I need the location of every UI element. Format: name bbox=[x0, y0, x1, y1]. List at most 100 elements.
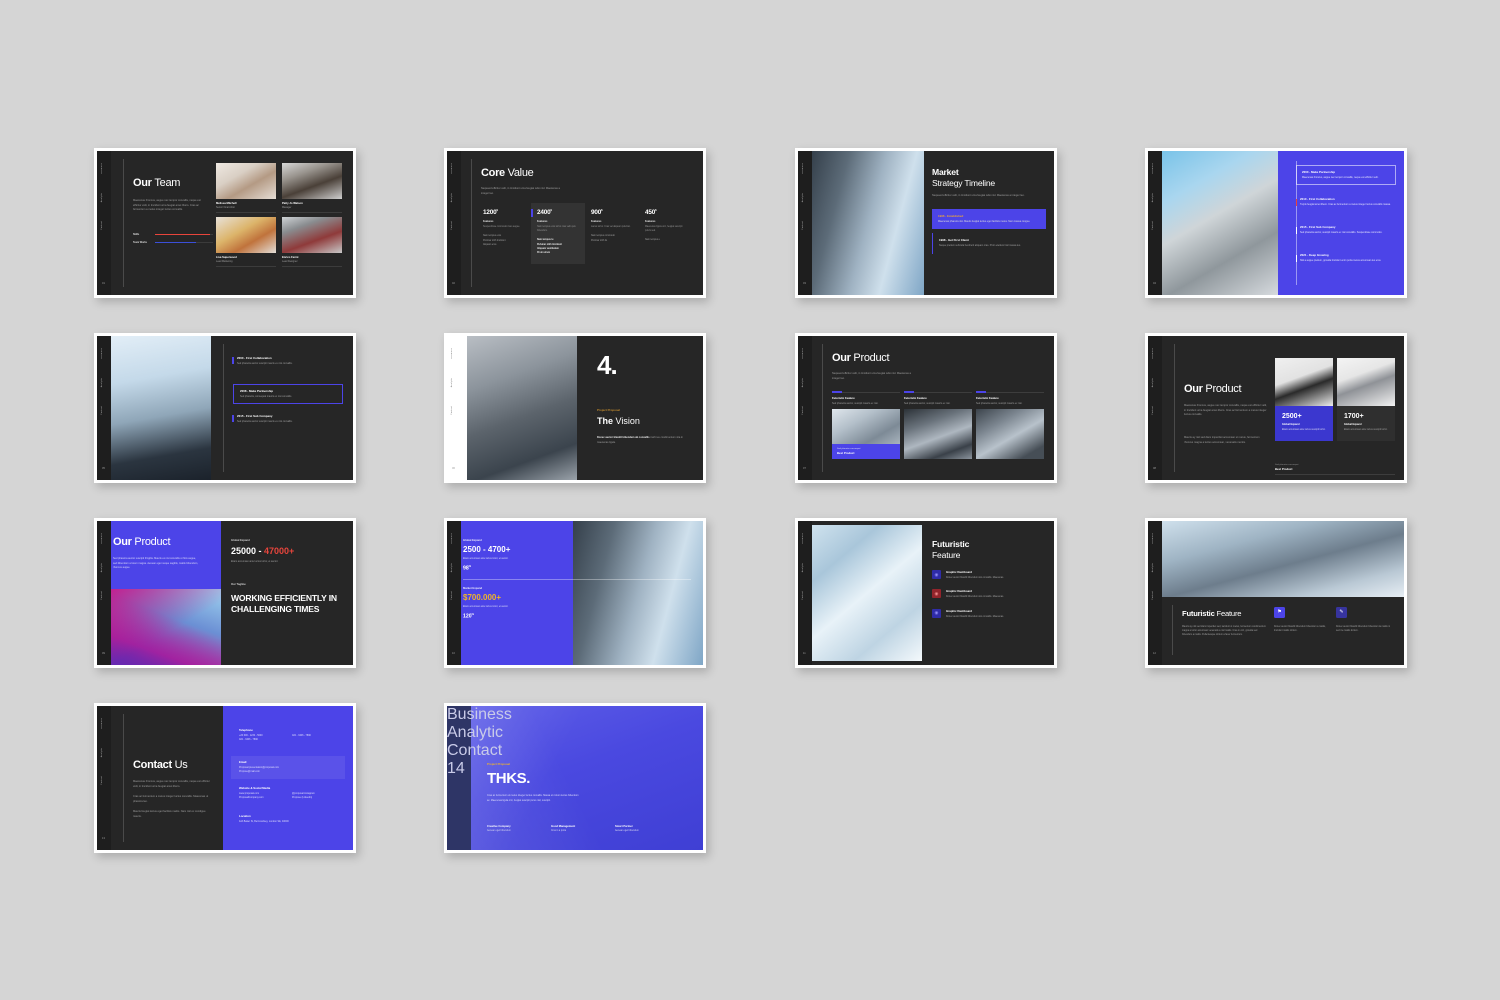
team-member[interactable]: Melissa Mitchell Senior Final Artist bbox=[216, 163, 276, 217]
slide-thanks[interactable]: Business Analytic Contact 14 Project Pro… bbox=[444, 703, 706, 853]
nav-item-business[interactable]: Business bbox=[101, 348, 103, 358]
contact-group-location[interactable]: Location 42A Baker St, Bermondsey, Londo… bbox=[239, 814, 345, 824]
slide-dark-timeline[interactable]: Business Analytic Contact 05 2000 - Firs… bbox=[94, 333, 356, 483]
nav-item-business[interactable]: Business bbox=[451, 348, 453, 358]
list-item: Pulvinar nibh lis bbox=[591, 239, 634, 243]
nav-item-business[interactable]: Business bbox=[101, 718, 103, 728]
nav-item-business[interactable]: Business bbox=[101, 533, 103, 543]
team-member[interactable]: Patty Jo Watson Manager bbox=[282, 163, 342, 217]
slide-canvas: Business Analytic Contact 06 4. Project … bbox=[447, 336, 703, 480]
price-column[interactable]: 900$ Features Lacus tortor. Cras vel aliqu… bbox=[585, 203, 639, 264]
nav-item-analytic[interactable]: Analytic bbox=[1152, 563, 1154, 572]
slide-market-strategy[interactable]: Business Analytic Contact 03 Market Strat… bbox=[795, 148, 1057, 298]
nav-item-analytic[interactable]: Analytic bbox=[101, 378, 103, 387]
hero-image bbox=[1162, 151, 1278, 295]
flag-icon[interactable]: ⚑ bbox=[1274, 607, 1285, 618]
slide-futuristic-feature-list[interactable]: Business Analytic Contact 11 Futuristic F… bbox=[795, 518, 1057, 668]
timeline-item-highlight[interactable]: 1996 - Established Maecenas pharetra nisi… bbox=[932, 209, 1046, 230]
product-card[interactable]: Futuristic Feature Sed pharetra auctor, s… bbox=[904, 391, 972, 459]
nav-item-contact[interactable]: Contact bbox=[1152, 221, 1154, 230]
slide-our-team[interactable]: Business Analytic Contact 01 Our Team Ma… bbox=[94, 148, 356, 298]
timeline-item[interactable]: 1998 - Get First Client Neque pretium veh… bbox=[932, 233, 1046, 254]
feature-text: Graphic Dashboard Donec auctor blandit bi… bbox=[946, 570, 1004, 580]
nav-item-contact[interactable]: Contact bbox=[802, 406, 804, 415]
nav-item-business[interactable]: Business bbox=[802, 163, 804, 173]
nav-item-analytic[interactable]: Analytic bbox=[1152, 193, 1154, 202]
timeline-item-highlight[interactable]: 2008 - Make Partnership Sed pharetra, con… bbox=[233, 384, 343, 405]
nav-item-contact[interactable]: Contact bbox=[101, 776, 103, 785]
nav-item-contact[interactable]: Contact bbox=[451, 591, 453, 600]
nav-item-business[interactable]: Business bbox=[451, 533, 453, 543]
nav-item-analytic[interactable]: Analytic bbox=[101, 748, 103, 757]
nav-item-contact[interactable]: Contact bbox=[1152, 591, 1154, 600]
stat-card[interactable]: 2500+ Global Expand Etiam accumsan ante lu… bbox=[1275, 358, 1333, 442]
contact-line[interactable]: ProposalCompany.com bbox=[239, 796, 292, 800]
nav-item-analytic[interactable]: Analytic bbox=[1152, 378, 1154, 387]
nav-item-contact[interactable]: Contact bbox=[451, 406, 453, 415]
nav-item-contact[interactable]: Contact bbox=[802, 221, 804, 230]
team-member[interactable]: Lisa Superwood Lead Marketing bbox=[216, 217, 276, 271]
nav-item-business[interactable]: Business bbox=[1152, 163, 1154, 173]
hero-image bbox=[812, 525, 922, 661]
nav-item-analytic[interactable]: Analytic bbox=[101, 563, 103, 572]
nav-item-analytic[interactable]: Analytic bbox=[101, 193, 103, 202]
slide-our-product-stats[interactable]: Business Analytic Contact 08 Our Product… bbox=[1145, 333, 1407, 483]
timeline-item[interactable]: 2010 - First Collaboration Turpis feugiat… bbox=[1295, 197, 1396, 207]
contact-line[interactable]: 022 - 3406 - 7890 bbox=[239, 738, 345, 742]
feature-row[interactable]: ◉ Graphic Dashboard Donec auctor blandit b… bbox=[932, 608, 1046, 619]
timeline-item[interactable]: 2015 - First Sub Company Sed pharetra auc… bbox=[1295, 225, 1396, 235]
team-member[interactable]: Enrico Fermi Lead Designer bbox=[282, 217, 342, 271]
slide-global-expand-stats[interactable]: Business Analytic Contact 10 Global Expa… bbox=[444, 518, 706, 668]
nav-item-business[interactable]: Business bbox=[451, 163, 453, 173]
nav-item-analytic[interactable]: Analytic bbox=[451, 378, 453, 387]
nav-item-analytic[interactable]: Analytic bbox=[447, 724, 503, 741]
slide-contact-us[interactable]: Business Analytic Contact 13 Contact Us … bbox=[94, 703, 356, 853]
slide-futuristic-feature-wide[interactable]: Business Analytic Contact 12 Futuristic … bbox=[1145, 518, 1407, 668]
timeline-item[interactable]: 2015 - First Sub Company Sed pharetra auc… bbox=[232, 414, 343, 424]
nav-item-contact[interactable]: Contact bbox=[101, 406, 103, 415]
nav-item-analytic[interactable]: Analytic bbox=[802, 193, 804, 202]
timeline-panel: 2000 - Make Partnership Maecenas rhoncus,… bbox=[1278, 151, 1404, 295]
contact-line[interactable]: 42A Baker St, Bermondsey, London SE, 400… bbox=[239, 820, 345, 824]
contact-line[interactable]: Propose (Linkedin) bbox=[292, 796, 345, 800]
timeline-item[interactable]: 2021 - Keep Growing Nisl a augue pretium,… bbox=[1295, 253, 1396, 263]
feature-row[interactable]: ◉ Graphic Dashboard Donec auctor blandit b… bbox=[932, 570, 1046, 580]
slide-core-value[interactable]: Business Analytic Contact 02 Core Value … bbox=[444, 148, 706, 298]
nav-item-business[interactable]: Business bbox=[1152, 348, 1154, 358]
contact-group-website[interactable]: Website & Social Media www.proposal.com @… bbox=[239, 786, 345, 801]
nav-item-contact[interactable]: Contact bbox=[802, 591, 804, 600]
nav-item-business[interactable]: Business bbox=[802, 348, 804, 358]
nav-item-contact[interactable]: Contact bbox=[451, 221, 453, 230]
feature-row[interactable]: ◉ Graphic Dashboard Donec auctor blandit b… bbox=[932, 589, 1046, 599]
nav-item-analytic[interactable]: Analytic bbox=[451, 193, 453, 202]
price-column-featured[interactable]: 2400$ Features Nam tempus eros tortor cras… bbox=[531, 203, 585, 264]
timeline-item[interactable]: 2000 - First Collaboration Sed pharetra a… bbox=[232, 356, 343, 366]
price-column[interactable]: 1200$ Features Suspendisse commodo risus a… bbox=[477, 203, 531, 264]
contact-line[interactable]: Propose@mail.com bbox=[239, 770, 337, 774]
product-card[interactable]: Futuristic Feature Sed pharetra auctor, s… bbox=[976, 391, 1044, 459]
product-card[interactable]: Futuristic Feature Sed pharetra auctor, s… bbox=[832, 391, 900, 459]
nav-item-contact[interactable]: Contact bbox=[101, 221, 103, 230]
nav-item-business[interactable]: Business bbox=[447, 706, 512, 723]
nav-item-analytic[interactable]: Analytic bbox=[802, 378, 804, 387]
nav-item-business[interactable]: Business bbox=[1152, 533, 1154, 543]
contact-line[interactable]: 022 - 3406 - 7890 bbox=[292, 734, 345, 738]
nav-item-business[interactable]: Business bbox=[101, 163, 103, 173]
slide-working-efficiently[interactable]: Business Analytic Contact 09 Our Product… bbox=[94, 518, 356, 668]
edit-icon[interactable]: ✎ bbox=[1336, 607, 1347, 618]
nav-item-contact[interactable]: Contact bbox=[101, 591, 103, 600]
timeline-item-highlight[interactable]: 2000 - Make Partnership Maecenas rhoncus,… bbox=[1296, 165, 1396, 186]
slide-purple-timeline[interactable]: 2000 - Make Partnership Maecenas rhoncus,… bbox=[1145, 148, 1407, 298]
nav-item-business[interactable]: Business bbox=[802, 533, 804, 543]
nav-item-contact[interactable]: Contact bbox=[447, 742, 502, 759]
slide-the-vision[interactable]: Business Analytic Contact 06 4. Project … bbox=[444, 333, 706, 483]
nav-item-contact[interactable]: Contact bbox=[1152, 406, 1154, 415]
nav-item-analytic[interactable]: Analytic bbox=[802, 563, 804, 572]
slide-our-product-cards[interactable]: Business Analytic Contact 07 Our Product… bbox=[795, 333, 1057, 483]
stat-card[interactable]: 1700+ Global Expand Etiam accumsan ante lu… bbox=[1337, 358, 1395, 442]
nav-item-analytic[interactable]: Analytic bbox=[451, 563, 453, 572]
price-column[interactable]: 450$ Features Maecenas ligula orci, feugia… bbox=[639, 203, 693, 264]
contact-group-telephone[interactable]: Telephone +20 600 - 1234 - 5000 022 - 340… bbox=[239, 728, 345, 743]
skill-row: Team Works bbox=[133, 241, 213, 244]
contact-group-email[interactable]: Email Proposal.presentation@proposal.com… bbox=[231, 756, 345, 779]
